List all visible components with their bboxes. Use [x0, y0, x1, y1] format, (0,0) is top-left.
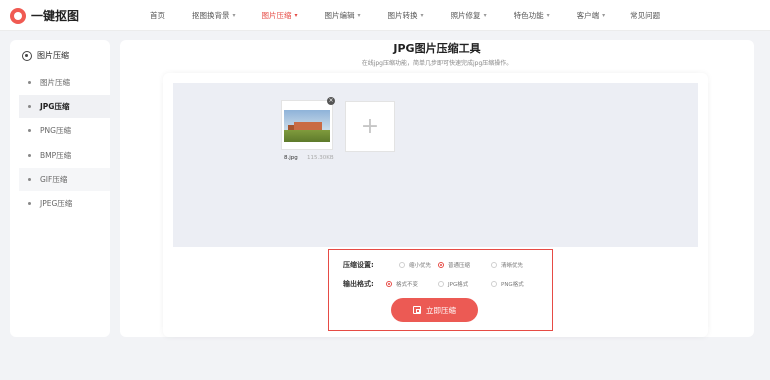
nav-item-photo-repair[interactable]: 照片修复 ▾: [451, 10, 487, 21]
main-content: JPG图片压缩工具 在线jpg压缩功能，简单几步即可快速完成jpg压缩操作。 ×…: [120, 40, 754, 337]
sidebar-item-label: GIF压缩: [40, 174, 68, 184]
bullet-icon: [28, 129, 31, 133]
main-nav: 首页 抠图换背景 ▾ 图片压缩 ▾ 图片编辑 ▾ 图片转换 ▾ 照片修复 ▾ 特色功能 ▾ …: [150, 0, 660, 31]
compress-category-icon: [22, 50, 32, 61]
uploaded-image-card[interactable]: [281, 100, 333, 150]
radio-selected-icon: [386, 281, 392, 287]
bullet-icon: [28, 105, 31, 109]
sidebar-list: 图片压缩 JPG压缩 PNG压缩 BMP压缩 GIF压缩 JPEG压缩: [19, 71, 110, 216]
output-format-label: 输出格式:: [343, 280, 374, 288]
sidebar-item-bmp-compress[interactable]: BMP压缩: [19, 144, 110, 167]
compress-button-label: 立即压缩: [426, 305, 456, 315]
sidebar-item-jpeg-compress[interactable]: JPEG压缩: [19, 192, 110, 215]
page-title: JPG图片压缩工具: [393, 42, 481, 55]
nav-label: 抠图换背景: [192, 11, 230, 20]
nav-item-faq[interactable]: 常见问题: [630, 10, 660, 21]
radio-icon: [491, 262, 497, 268]
sidebar-title-label: 图片压缩: [37, 51, 69, 60]
sidebar-item-label: PNG压缩: [40, 126, 71, 136]
option-label: 普通压缩: [448, 263, 471, 269]
bullet-icon: [28, 81, 31, 84]
compress-icon: [413, 306, 421, 314]
file-size: 115.30KB: [307, 155, 334, 161]
upload-drop-zone[interactable]: × 8.jpg 115.30KB +: [173, 83, 698, 247]
option-label: 清晰优先: [501, 263, 524, 269]
thumbnail-grass: [284, 130, 330, 142]
chevron-down-icon: ▾: [294, 12, 298, 19]
bullet-icon: [28, 177, 31, 181]
option-png-format[interactable]: PNG格式: [491, 280, 524, 288]
nav-item-image-compress[interactable]: 图片压缩 ▾: [262, 10, 298, 21]
nav-item-image-edit[interactable]: 图片编辑 ▾: [325, 10, 361, 21]
option-size-priority[interactable]: 缩小优先: [399, 261, 431, 269]
sidebar-item-image-compress[interactable]: 图片压缩: [19, 71, 110, 94]
brand-name: 一键抠图: [31, 9, 80, 23]
chevron-down-icon: ▾: [420, 12, 424, 19]
bullet-icon: [28, 153, 31, 157]
sidebar-item-label: JPG压缩: [40, 102, 70, 112]
add-image-button[interactable]: +: [345, 101, 395, 152]
chevron-down-icon: ▾: [483, 12, 487, 19]
option-clarity-priority[interactable]: 清晰优先: [491, 261, 523, 269]
option-label: 缩小优先: [409, 263, 432, 269]
nav-label: 图片编辑: [324, 11, 355, 20]
nav-item-home[interactable]: 首页: [150, 10, 165, 21]
chevron-down-icon: ▾: [546, 12, 550, 19]
radio-icon: [491, 281, 497, 287]
nav-item-client[interactable]: 客户端 ▾: [577, 10, 606, 21]
plus-icon: +: [360, 113, 380, 139]
compression-settings: 压缩设置: 缩小优先 普通压缩 清晰优先 输出格式: 格式不变 JPG格式 PN…: [328, 249, 553, 331]
option-label: 格式不变: [396, 282, 419, 288]
nav-label: 客户端: [576, 11, 600, 20]
chevron-down-icon: ▾: [232, 12, 236, 19]
radio-selected-icon: [438, 262, 444, 268]
sidebar-item-label: BMP压缩: [40, 150, 72, 160]
radio-icon: [399, 262, 405, 268]
logo-icon: [10, 7, 26, 24]
option-label: JPG格式: [448, 282, 469, 288]
compress-now-button[interactable]: 立即压缩: [391, 298, 478, 322]
nav-label: 首页: [150, 11, 165, 20]
remove-image-icon[interactable]: ×: [327, 97, 335, 105]
chevron-down-icon: ▾: [602, 12, 606, 19]
bullet-icon: [28, 201, 31, 205]
nav-item-special-features[interactable]: 特色功能 ▾: [514, 10, 550, 21]
nav-label: 照片修复: [450, 11, 481, 20]
compress-setting-label: 压缩设置:: [343, 261, 374, 269]
option-normal-compress[interactable]: 普通压缩: [438, 261, 470, 269]
nav-item-cutout-background[interactable]: 抠图换背景 ▾: [192, 10, 236, 21]
nav-label: 图片压缩: [261, 11, 292, 20]
nav-label: 常见问题: [630, 11, 661, 20]
option-jpg-format[interactable]: JPG格式: [438, 280, 468, 288]
compress-panel: × 8.jpg 115.30KB + 压缩设置: 缩小优先 普通压缩 清晰优先 …: [163, 73, 708, 337]
page-subtitle: 在线jpg压缩功能，简单几步即可快速完成jpg压缩操作。: [361, 60, 513, 67]
sidebar-item-label: JPEG压缩: [40, 198, 73, 208]
radio-icon: [438, 281, 444, 287]
sidebar: 图片压缩 图片压缩 JPG压缩 PNG压缩 BMP压缩 GIF压缩 JPEG压缩: [10, 40, 110, 337]
option-format-unchanged[interactable]: 格式不变: [386, 280, 418, 288]
sidebar-item-gif-compress[interactable]: GIF压缩: [19, 167, 110, 191]
sidebar-item-png-compress[interactable]: PNG压缩: [19, 119, 110, 142]
option-label: PNG格式: [501, 282, 524, 288]
nav-item-image-convert[interactable]: 图片转换 ▾: [388, 10, 424, 21]
sidebar-item-jpg-compress[interactable]: JPG压缩: [19, 95, 110, 119]
chevron-down-icon: ▾: [357, 12, 361, 19]
sidebar-title: 图片压缩: [22, 50, 69, 61]
brand-logo[interactable]: 一键抠图: [10, 7, 79, 24]
image-thumbnail: [284, 110, 330, 142]
nav-label: 图片转换: [387, 11, 418, 20]
nav-label: 特色功能: [513, 11, 544, 20]
sidebar-item-label: 图片压缩: [40, 78, 70, 87]
file-name: 8.jpg: [284, 155, 298, 161]
top-nav-bar: 一键抠图 首页 抠图换背景 ▾ 图片压缩 ▾ 图片编辑 ▾ 图片转换 ▾ 照片修复 ▾ 特…: [0, 0, 770, 31]
